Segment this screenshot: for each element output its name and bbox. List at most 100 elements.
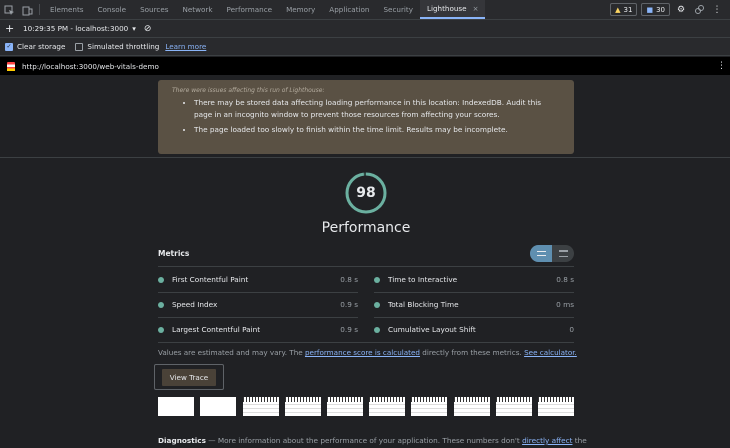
run-warning-item: The page loaded too slowly to finish wit… <box>194 124 560 136</box>
filmstrip-frame <box>454 397 490 416</box>
metric-largest-contentful-paint: Largest Contentful Paint 0.9 s <box>158 317 358 342</box>
lighthouse-toolbar: + 10:29:35 PM - localhost:3000 ▾ ⊘ <box>0 20 730 38</box>
run-warnings-heading: There were issues affecting this run of … <box>172 87 325 94</box>
tab-bar-actions: ▲ 31 ■ 30 ⚙ ⋮ <box>610 0 730 19</box>
remote-devices-icon[interactable] <box>692 3 706 17</box>
tab-security[interactable]: Security <box>376 0 420 19</box>
metric-divider <box>158 342 574 343</box>
metric-value: 0.8 s <box>556 275 574 284</box>
audited-url[interactable]: http://localhost:3000/web-vitals-demo <box>22 62 159 71</box>
metric-name: First Contentful Paint <box>172 275 249 284</box>
estimate-text: Values are estimated and may vary. The <box>158 348 305 357</box>
metric-name: Largest Contentful Paint <box>172 325 261 334</box>
tab-sources[interactable]: Sources <box>133 0 175 19</box>
tab-label: Performance <box>226 5 273 14</box>
expanded-view-button[interactable] <box>552 245 574 262</box>
metric-name: Speed Index <box>172 300 218 309</box>
metric-time-to-interactive: Time to Interactive 0.8 s <box>374 267 574 292</box>
tab-label: Lighthouse <box>426 4 467 13</box>
metric-pass-icon <box>374 326 380 333</box>
compact-view-button[interactable] <box>530 245 552 262</box>
diagnostics-title: Diagnostics <box>158 436 206 445</box>
expanded-view-icon <box>558 250 568 257</box>
tab-performance[interactable]: Performance <box>220 0 280 19</box>
filmstrip-frame <box>158 397 194 416</box>
diagnostics-text: the <box>572 436 587 445</box>
new-report-button[interactable]: + <box>5 22 15 35</box>
learn-more-link[interactable]: Learn more <box>165 42 206 51</box>
see-calculator-link[interactable]: See calculator. <box>524 348 577 357</box>
tab-network[interactable]: Network <box>176 0 220 19</box>
directly-affect-link[interactable]: directly affect <box>522 436 572 445</box>
metric-value: 0.9 s <box>340 300 358 309</box>
tab-label: Application <box>329 5 370 14</box>
metric-total-blocking-time: Total Blocking Time 0 ms <box>374 292 574 317</box>
metric-pass-icon <box>374 276 380 283</box>
metric-cumulative-layout-shift: Cumulative Layout Shift 0 <box>374 317 574 342</box>
metric-value: 0 ms <box>556 300 574 309</box>
report-url-bar: http://localhost:3000/web-vitals-demo ⋮ <box>0 57 730 75</box>
estimate-note: Values are estimated and may vary. The p… <box>158 348 577 357</box>
clear-storage-checkbox[interactable]: ✓ Clear storage <box>5 42 65 51</box>
report-selector-label: 10:29:35 PM - localhost:3000 <box>23 24 129 33</box>
metric-pass-icon <box>374 301 380 308</box>
warnings-badge[interactable]: ▲ 31 <box>610 3 638 16</box>
clear-all-icon[interactable]: ⊘ <box>144 24 152 34</box>
device-toolbar-icon[interactable] <box>18 0 36 20</box>
filmstrip-frame <box>369 397 405 416</box>
section-divider <box>0 157 730 158</box>
diagnostics-heading: Diagnostics — More information about the… <box>158 436 587 445</box>
metric-first-contentful-paint: First Contentful Paint 0.8 s <box>158 267 358 292</box>
chevron-down-icon: ▾ <box>132 24 136 33</box>
inspect-element-icon[interactable] <box>0 0 18 20</box>
metric-pass-icon <box>158 326 164 333</box>
metrics-view-toggle[interactable] <box>530 245 574 262</box>
filmstrip-frame <box>327 397 363 416</box>
tab-label: Security <box>383 5 413 14</box>
tab-label: Network <box>182 5 213 14</box>
warnings-count: 31 <box>623 5 633 14</box>
performance-score-value: 98 <box>356 185 376 201</box>
filmstrip-frame <box>538 397 574 416</box>
run-warnings-list: There may be stored data affecting loadi… <box>172 97 560 136</box>
score-calculated-link[interactable]: performance score is calculated <box>305 348 420 357</box>
filmstrip-frame <box>411 397 447 416</box>
view-trace-label: View Trace <box>161 368 217 386</box>
lighthouse-logo-icon <box>7 61 15 71</box>
settings-gear-icon[interactable]: ⚙ <box>674 3 688 17</box>
filmstrip-frame <box>243 397 279 416</box>
more-options-icon[interactable]: ⋮ <box>710 3 724 17</box>
lighthouse-report: There were issues affecting this run of … <box>0 75 730 448</box>
warning-icon: ▲ <box>615 5 621 14</box>
messages-count: 30 <box>656 5 665 14</box>
messages-badge[interactable]: ■ 30 <box>641 3 670 16</box>
view-trace-button[interactable]: View Trace <box>154 364 224 390</box>
filmstrip-frame <box>200 397 236 416</box>
devtools-tab-bar: Elements Console Sources Network Perform… <box>0 0 730 20</box>
filmstrip-frame <box>496 397 532 416</box>
tab-elements[interactable]: Elements <box>43 0 91 19</box>
tab-console[interactable]: Console <box>91 0 134 19</box>
tab-label: Console <box>97 5 127 14</box>
metric-name: Time to Interactive <box>388 275 458 284</box>
filmstrip-frame <box>285 397 321 416</box>
report-menu-icon[interactable]: ⋮ <box>717 61 730 71</box>
metric-name: Total Blocking Time <box>388 300 459 309</box>
checkbox-unchecked-icon <box>75 42 84 51</box>
tab-separator <box>39 4 40 15</box>
metric-value: 0.9 s <box>340 325 358 334</box>
tab-label: Elements <box>50 5 84 14</box>
tab-memory[interactable]: Memory <box>279 0 322 19</box>
tab-application[interactable]: Application <box>322 0 376 19</box>
compact-view-icon <box>536 251 546 256</box>
tab-label: Memory <box>286 5 316 14</box>
close-tab-icon[interactable]: × <box>473 5 479 13</box>
category-title: Performance <box>321 220 411 236</box>
clear-storage-label: Clear storage <box>17 42 66 51</box>
tab-lighthouse[interactable]: Lighthouse × <box>419 0 486 19</box>
simulated-throttling-checkbox[interactable]: Simulated throttling <box>75 42 159 51</box>
report-selector[interactable]: 10:29:35 PM - localhost:3000 ▾ <box>23 24 136 33</box>
metrics-heading: Metrics <box>158 249 190 258</box>
checkbox-checked-icon: ✓ <box>5 42 13 51</box>
metric-value: 0 <box>569 325 574 334</box>
